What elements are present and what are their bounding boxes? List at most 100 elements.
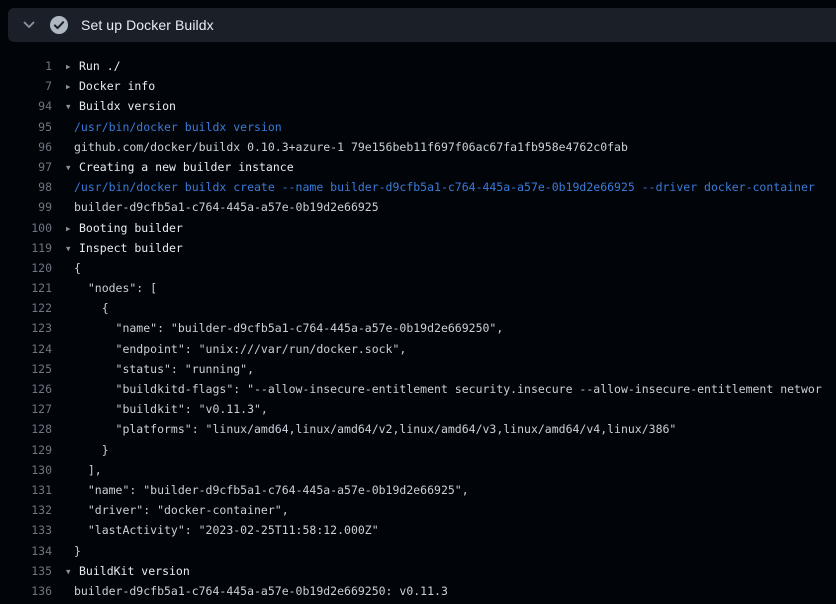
line-number-link[interactable]: 130 (0, 460, 52, 480)
log-line: 134} (0, 541, 836, 561)
output-text: "nodes": [ (52, 278, 157, 298)
line-number-link[interactable]: 122 (0, 298, 52, 318)
output-text: github.com/docker/buildx 0.10.3+azure-1 … (52, 137, 628, 157)
log-viewer: 1▶Run ./7▶Docker info94▼Buildx version95… (0, 42, 836, 604)
triangle-down-icon: ▼ (66, 97, 79, 116)
output-text: builder-d9cfb5a1-c764-445a-a57e-0b19d2e6… (52, 197, 379, 217)
triangle-down-icon: ▼ (66, 239, 79, 258)
log-group-content: ▼Inspect builder (52, 238, 183, 258)
log-group-header[interactable]: 97▼Creating a new builder instance (0, 157, 836, 177)
log-group-content: ▶Run ./ (52, 56, 121, 76)
log-line: 128 "platforms": "linux/amd64,linux/amd6… (0, 419, 836, 439)
step-header[interactable]: Set up Docker Buildx (8, 8, 836, 42)
line-number-link[interactable]: 128 (0, 419, 52, 439)
output-text: "name": "builder-d9cfb5a1-c764-445a-a57e… (52, 480, 469, 500)
output-text: ], (52, 460, 102, 480)
line-number-link[interactable]: 119 (0, 238, 52, 258)
log-line: 99builder-d9cfb5a1-c764-445a-a57e-0b19d2… (0, 197, 836, 217)
log-line: 124 "endpoint": "unix:///var/run/docker.… (0, 339, 836, 359)
line-number-link[interactable]: 134 (0, 541, 52, 561)
line-number-link[interactable]: 126 (0, 379, 52, 399)
log-line: 131 "name": "builder-d9cfb5a1-c764-445a-… (0, 480, 836, 500)
line-number-link[interactable]: 96 (0, 137, 52, 157)
triangle-right-icon: ▶ (66, 219, 79, 238)
group-title: Booting builder (79, 221, 183, 235)
group-title: Docker info (79, 79, 155, 93)
line-number-link[interactable]: 123 (0, 318, 52, 338)
output-text: "status": "running", (52, 359, 254, 379)
log-line: 136builder-d9cfb5a1-c764-445a-a57e-0b19d… (0, 581, 836, 601)
line-number-link[interactable]: 133 (0, 520, 52, 540)
line-number-link[interactable]: 135 (0, 561, 52, 581)
log-group-content: ▼Buildx version (52, 96, 176, 116)
triangle-down-icon: ▼ (66, 158, 79, 177)
log-line: 98/usr/bin/docker buildx create --name b… (0, 177, 836, 197)
log-line: 129 } (0, 440, 836, 460)
output-text: "buildkit": "v0.11.3", (52, 399, 268, 419)
log-line: 127 "buildkit": "v0.11.3", (0, 399, 836, 419)
line-number-link[interactable]: 121 (0, 278, 52, 298)
line-number-link[interactable]: 95 (0, 117, 52, 137)
log-line: 121 "nodes": [ (0, 278, 836, 298)
output-text: builder-d9cfb5a1-c764-445a-a57e-0b19d2e6… (52, 581, 448, 601)
line-number-link[interactable]: 100 (0, 218, 52, 238)
group-title: BuildKit version (79, 564, 190, 578)
line-number-link[interactable]: 129 (0, 440, 52, 460)
output-text: } (52, 541, 81, 561)
triangle-right-icon: ▶ (66, 57, 79, 76)
line-number-link[interactable]: 131 (0, 480, 52, 500)
output-text: { (52, 298, 109, 318)
log-group-content: ▶Booting builder (52, 218, 183, 238)
line-number-link[interactable]: 97 (0, 157, 52, 177)
log-group-header[interactable]: 135▼BuildKit version (0, 561, 836, 581)
triangle-right-icon: ▶ (66, 77, 79, 96)
group-title: Creating a new builder instance (79, 160, 294, 174)
line-number-link[interactable]: 136 (0, 581, 52, 601)
output-text: { (52, 258, 81, 278)
line-number-link[interactable]: 99 (0, 197, 52, 217)
log-line: 122 { (0, 298, 836, 318)
line-number-link[interactable]: 125 (0, 359, 52, 379)
command-text: /usr/bin/docker buildx create --name bui… (52, 177, 815, 197)
log-group-content: ▼Creating a new builder instance (52, 157, 294, 177)
line-number-link[interactable]: 124 (0, 339, 52, 359)
log-line: 130 ], (0, 460, 836, 480)
check-circle-icon (49, 15, 69, 35)
line-number-link[interactable]: 1 (0, 56, 52, 76)
log-line: 126 "buildkitd-flags": "--allow-insecure… (0, 379, 836, 399)
group-title: Inspect builder (79, 241, 183, 255)
output-text: "endpoint": "unix:///var/run/docker.sock… (52, 339, 406, 359)
log-line: 133 "lastActivity": "2023-02-25T11:58:12… (0, 520, 836, 540)
log-group-header[interactable]: 119▼Inspect builder (0, 238, 836, 258)
log-line: 125 "status": "running", (0, 359, 836, 379)
command-text: /usr/bin/docker buildx version (52, 117, 282, 137)
line-number-link[interactable]: 127 (0, 399, 52, 419)
line-number-link[interactable]: 7 (0, 76, 52, 96)
group-title: Buildx version (79, 99, 176, 113)
chevron-down-icon (22, 18, 36, 32)
log-line: 132 "driver": "docker-container", (0, 500, 836, 520)
log-line: 120{ (0, 258, 836, 278)
output-text: "buildkitd-flags": "--allow-insecure-ent… (52, 379, 822, 399)
line-number-link[interactable]: 94 (0, 96, 52, 116)
group-title: Run ./ (79, 59, 121, 73)
output-text: "name": "builder-d9cfb5a1-c764-445a-a57e… (52, 318, 503, 338)
line-number-link[interactable]: 132 (0, 500, 52, 520)
step-title: Set up Docker Buildx (81, 17, 214, 33)
output-text: "platforms": "linux/amd64,linux/amd64/v2… (52, 419, 676, 439)
log-group-header[interactable]: 1▶Run ./ (0, 56, 836, 76)
output-text: "driver": "docker-container", (52, 500, 289, 520)
log-group-content: ▶Docker info (52, 76, 155, 96)
log-line: 95/usr/bin/docker buildx version (0, 117, 836, 137)
output-text: "lastActivity": "2023-02-25T11:58:12.000… (52, 520, 379, 540)
log-group-header[interactable]: 100▶Booting builder (0, 218, 836, 238)
triangle-down-icon: ▼ (66, 562, 79, 581)
log-group-header[interactable]: 94▼Buildx version (0, 96, 836, 116)
log-line: 96github.com/docker/buildx 0.10.3+azure-… (0, 137, 836, 157)
log-group-content: ▼BuildKit version (52, 561, 190, 581)
collapse-step-button[interactable] (20, 16, 38, 34)
line-number-link[interactable]: 98 (0, 177, 52, 197)
log-line: 123 "name": "builder-d9cfb5a1-c764-445a-… (0, 318, 836, 338)
line-number-link[interactable]: 120 (0, 258, 52, 278)
log-group-header[interactable]: 7▶Docker info (0, 76, 836, 96)
